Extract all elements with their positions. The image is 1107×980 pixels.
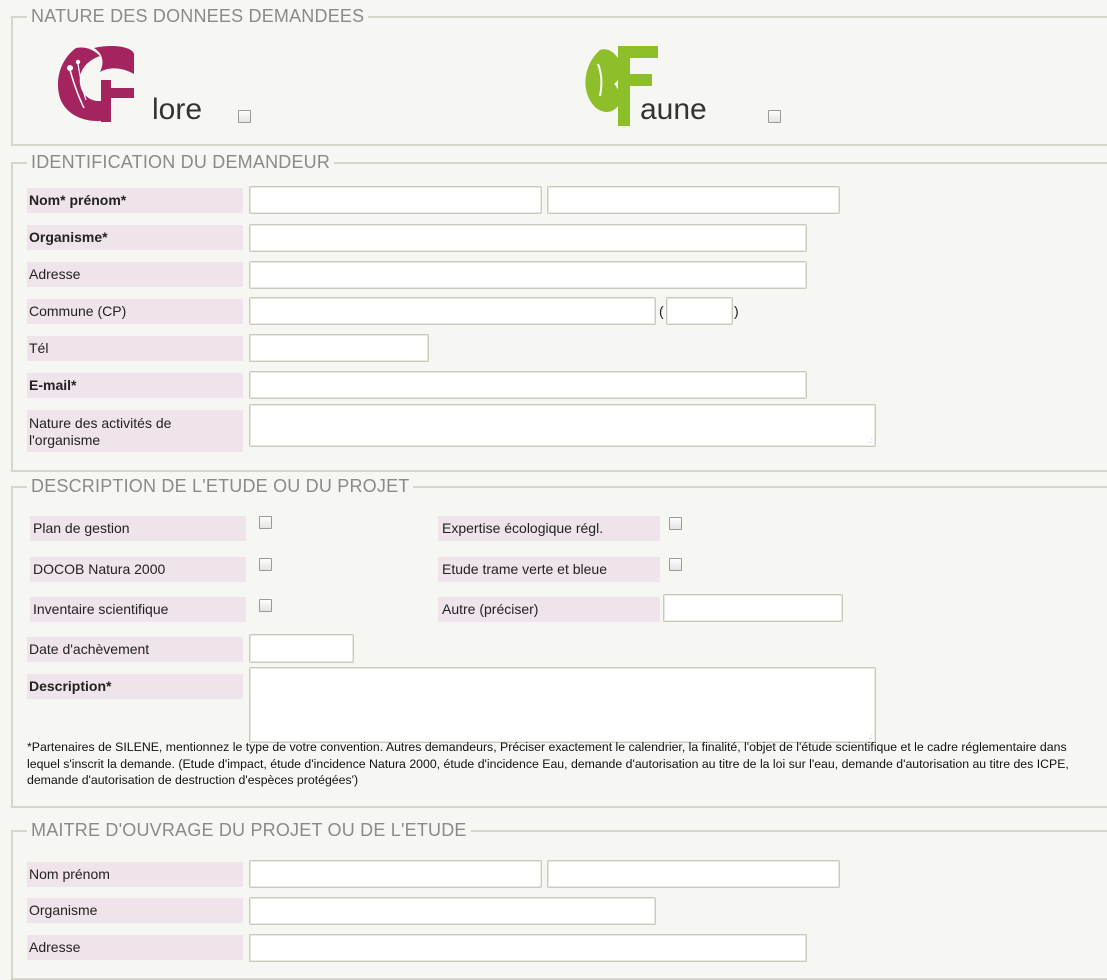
maitre-organisme-input[interactable] bbox=[249, 897, 656, 925]
demandeur-legend: IDENTIFICATION DU DEMANDEUR bbox=[31, 152, 331, 172]
cp-input[interactable] bbox=[666, 297, 733, 325]
autre-input[interactable] bbox=[663, 594, 843, 622]
commune-input[interactable] bbox=[249, 297, 656, 325]
inventaire-checkbox[interactable] bbox=[259, 599, 272, 612]
faune-logo-text: aune bbox=[640, 93, 707, 126]
maitre-prenom-input[interactable] bbox=[547, 860, 840, 888]
expertise-checkbox[interactable] bbox=[669, 517, 682, 530]
organisme-label: Organisme* bbox=[27, 225, 243, 250]
expertise-label: Expertise écologique régl. bbox=[438, 516, 660, 541]
faune-logo: aune bbox=[578, 40, 738, 130]
maitre-organisme-label: Organisme bbox=[27, 898, 243, 923]
description-label: Description* bbox=[27, 674, 243, 699]
maitre-legend: MAITRE D'OUVRAGE DU PROJET OU DE L'ETUDE bbox=[31, 820, 467, 840]
nature-activites-textarea[interactable]: .: bbox=[249, 404, 876, 447]
maitre-nom-label: Nom prénom bbox=[27, 862, 243, 887]
adresse-input[interactable] bbox=[249, 261, 807, 289]
trame-label: Etude trame verte et bleue bbox=[438, 557, 660, 582]
docob-label: DOCOB Natura 2000 bbox=[30, 557, 246, 582]
nature-legend: NATURE DES DONNEES DEMANDEES bbox=[31, 6, 365, 26]
commune-label: Commune (CP) bbox=[27, 299, 243, 324]
email-label: E-mail* bbox=[27, 373, 243, 398]
date-label: Date d'achèvement bbox=[27, 637, 243, 662]
organisme-input[interactable] bbox=[249, 224, 807, 252]
prenom-input[interactable] bbox=[547, 186, 840, 214]
tel-input[interactable] bbox=[249, 334, 429, 362]
faune-checkbox[interactable] bbox=[768, 110, 781, 123]
maitre-adresse-label: Adresse bbox=[27, 935, 243, 960]
resize-grip-icon[interactable]: .: bbox=[869, 437, 873, 445]
adresse-label: Adresse bbox=[27, 262, 243, 287]
inventaire-label: Inventaire scientifique bbox=[30, 597, 246, 622]
nature-activites-label: Nature des activités de l'organisme bbox=[27, 410, 243, 452]
flore-logo: lore bbox=[48, 40, 208, 130]
maitre-adresse-input[interactable] bbox=[249, 934, 807, 962]
plan-gestion-checkbox[interactable] bbox=[259, 516, 272, 529]
date-input[interactable] bbox=[249, 634, 354, 663]
description-legend: DESCRIPTION DE L'ETUDE OU DU PROJET bbox=[31, 476, 410, 496]
description-note: *Partenaires de SILENE, mentionnez le ty… bbox=[27, 740, 1069, 787]
tel-label: Tél bbox=[27, 336, 243, 361]
plan-gestion-label: Plan de gestion bbox=[30, 516, 246, 541]
cp-paren-close: ) bbox=[734, 303, 739, 319]
flore-logo-text: lore bbox=[152, 93, 203, 126]
nom-prenom-label: Nom* prénom* bbox=[27, 188, 243, 213]
email-input[interactable] bbox=[249, 371, 807, 399]
maitre-nom-input[interactable] bbox=[249, 860, 542, 888]
flore-logo-icon bbox=[57, 46, 134, 122]
docob-checkbox[interactable] bbox=[259, 558, 272, 571]
trame-checkbox[interactable] bbox=[669, 558, 682, 571]
cp-paren-open: ( bbox=[659, 303, 664, 319]
autre-label: Autre (préciser) bbox=[438, 597, 660, 622]
description-textarea[interactable]: .: bbox=[249, 667, 876, 743]
flore-checkbox[interactable] bbox=[238, 110, 251, 123]
nom-input[interactable] bbox=[249, 186, 542, 214]
